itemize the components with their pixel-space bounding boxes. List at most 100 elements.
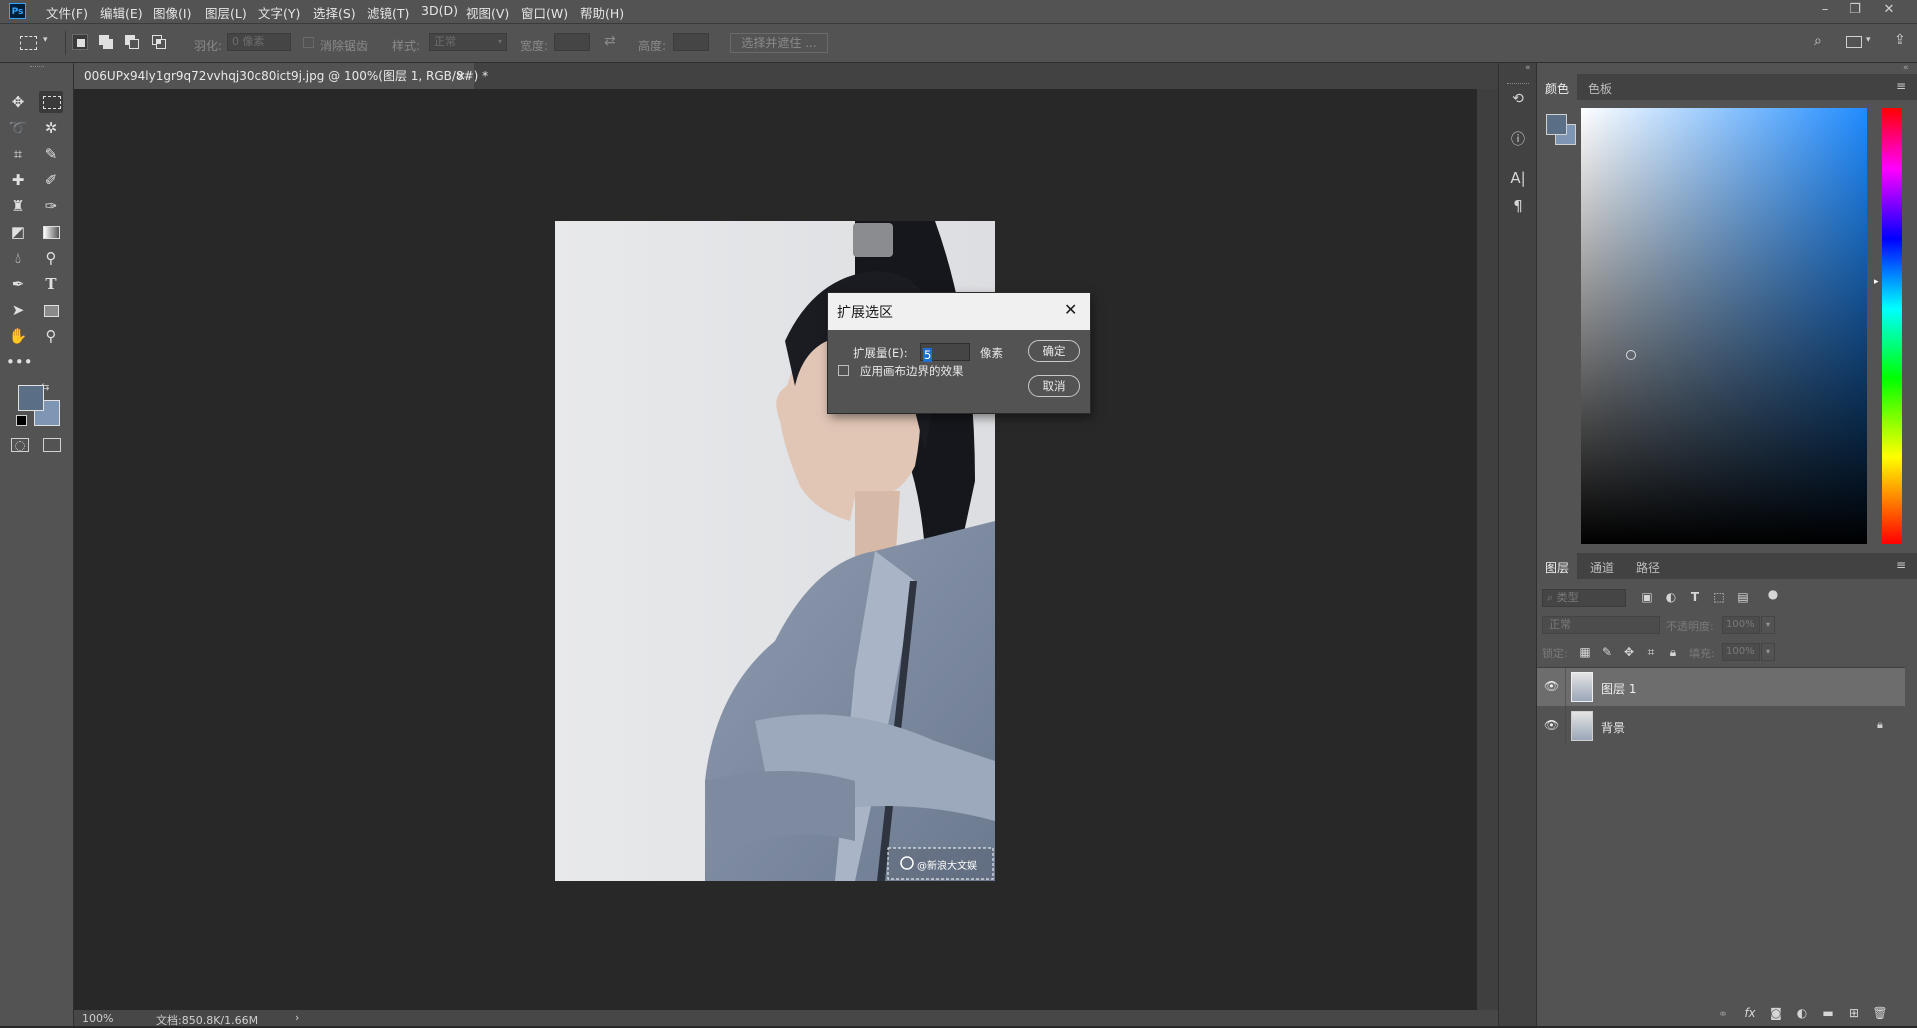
- menu-view[interactable]: 视图(V): [466, 3, 509, 22]
- color-field[interactable]: [1581, 108, 1867, 544]
- tab-swatches[interactable]: 色板: [1588, 80, 1612, 97]
- swap-dimensions-icon[interactable]: ⇄: [604, 33, 616, 49]
- quick-mask-icon[interactable]: [11, 438, 29, 452]
- fill-input[interactable]: 100%: [1722, 643, 1760, 661]
- healing-brush-tool-icon[interactable]: ✚: [6, 169, 30, 191]
- close-dialog-icon[interactable]: ✕: [1064, 300, 1077, 319]
- layer-name[interactable]: 图层 1: [1601, 680, 1636, 697]
- menu-file[interactable]: 文件(F): [46, 3, 88, 22]
- character-icon[interactable]: A|: [1509, 169, 1527, 187]
- blend-mode-select[interactable]: 正常: [1542, 616, 1660, 634]
- marquee-preset-icon[interactable]: [20, 36, 37, 50]
- dodge-tool-icon[interactable]: ⚲: [39, 247, 63, 269]
- add-to-selection-icon[interactable]: [98, 34, 114, 50]
- chevron-down-icon[interactable]: ▾: [1761, 616, 1775, 634]
- magic-wand-tool-icon[interactable]: ✲: [39, 117, 63, 139]
- hue-slider[interactable]: [1882, 108, 1902, 544]
- tab-color[interactable]: 颜色: [1545, 80, 1569, 97]
- minimize-icon[interactable]: –: [1815, 2, 1835, 17]
- paragraph-icon[interactable]: ¶: [1509, 197, 1527, 215]
- canvas-bounds-checkbox[interactable]: [838, 365, 849, 376]
- antialias-checkbox[interactable]: [303, 37, 314, 48]
- chevron-down-icon[interactable]: ▾: [1761, 643, 1775, 661]
- cancel-button[interactable]: 取消: [1028, 375, 1080, 397]
- type-tool-icon[interactable]: T: [39, 273, 63, 295]
- restore-icon[interactable]: ❐: [1845, 2, 1865, 17]
- gradient-tool-icon[interactable]: [39, 221, 63, 243]
- tab-layers[interactable]: 图层: [1545, 559, 1569, 576]
- panel-menu-icon[interactable]: ≡: [1896, 79, 1906, 93]
- status-menu-arrow-icon[interactable]: ›: [295, 1011, 299, 1024]
- tab-channels[interactable]: 通道: [1590, 559, 1614, 576]
- height-input[interactable]: [673, 33, 709, 51]
- select-and-mask-button[interactable]: 选择并遮住 ...: [730, 33, 828, 53]
- rectangle-tool-icon[interactable]: [39, 299, 63, 321]
- add-mask-icon[interactable]: ◙: [1767, 1006, 1785, 1020]
- filter-shape-icon[interactable]: ⬚: [1710, 590, 1728, 604]
- search-icon[interactable]: ⌕: [1814, 33, 1822, 49]
- chevron-down-icon[interactable]: ▾: [43, 35, 48, 45]
- tab-paths[interactable]: 路径: [1636, 559, 1660, 576]
- expand-amount-input[interactable]: 5: [920, 343, 970, 362]
- subtract-from-selection-icon[interactable]: [124, 34, 140, 50]
- filter-smart-object-icon[interactable]: ▤: [1734, 590, 1752, 604]
- panel-foreground-swatch[interactable]: [1546, 114, 1567, 135]
- layer-row[interactable]: 👁︎ 图层 1: [1537, 668, 1905, 706]
- eyedropper-tool-icon[interactable]: ✎: [39, 143, 63, 165]
- menu-filter[interactable]: 滤镜(T): [367, 3, 409, 22]
- layer-style-icon[interactable]: fx: [1741, 1006, 1759, 1020]
- color-picker-marker[interactable]: [1626, 350, 1636, 360]
- collapse-icon[interactable]: «: [1525, 63, 1531, 73]
- crop-tool-icon[interactable]: ⌗: [6, 143, 30, 165]
- close-tab-icon[interactable]: ×: [456, 63, 466, 89]
- new-group-icon[interactable]: ▬: [1819, 1006, 1837, 1020]
- hand-tool-icon[interactable]: ✋: [6, 325, 30, 347]
- history-icon[interactable]: ⟲: [1509, 91, 1527, 107]
- visibility-eye-icon[interactable]: 👁︎: [1544, 718, 1559, 732]
- filter-adjustment-icon[interactable]: ◐: [1662, 590, 1680, 604]
- lock-artboard-icon[interactable]: ⌗: [1642, 645, 1660, 660]
- zoom-level[interactable]: 100%: [82, 1012, 113, 1025]
- menu-select[interactable]: 选择(S): [313, 3, 356, 22]
- link-layers-icon[interactable]: ⚭: [1714, 1007, 1732, 1021]
- layer-row[interactable]: 👁︎ 背景 🔒︎: [1537, 707, 1905, 745]
- vertical-scrollbar[interactable]: [1477, 89, 1498, 1010]
- layer-name[interactable]: 背景: [1601, 719, 1625, 736]
- lock-all-icon[interactable]: 🔒︎: [1664, 645, 1682, 660]
- new-layer-icon[interactable]: ⊞: [1845, 1006, 1863, 1020]
- rect-marquee-tool-icon[interactable]: [39, 91, 63, 113]
- opacity-input[interactable]: 100%: [1722, 616, 1760, 634]
- menu-image[interactable]: 图像(I): [153, 3, 191, 22]
- new-selection-icon[interactable]: [72, 34, 88, 50]
- move-tool-icon[interactable]: ✥: [6, 91, 30, 113]
- lock-pixels-icon[interactable]: ✎: [1598, 645, 1616, 659]
- clone-stamp-tool-icon[interactable]: ♜: [6, 195, 30, 217]
- document-tab[interactable]: 006UPx94ly1gr9q72vvhqj30c80ict9j.jpg @ 1…: [74, 63, 488, 89]
- more-tools-icon[interactable]: •••: [6, 351, 33, 373]
- blur-tool-icon[interactable]: 💧︎: [6, 247, 30, 269]
- filter-pixel-icon[interactable]: ▣: [1638, 590, 1656, 604]
- panel-menu-icon[interactable]: ≡: [1896, 558, 1906, 572]
- lasso-tool-icon[interactable]: ➰: [6, 117, 30, 139]
- history-brush-tool-icon[interactable]: ✑: [39, 195, 63, 217]
- style-select[interactable]: 正常 ▾: [429, 33, 507, 51]
- layer-filter-select[interactable]: ⌕ 类型: [1542, 589, 1626, 607]
- visibility-eye-icon[interactable]: 👁︎: [1544, 679, 1559, 693]
- path-selection-tool-icon[interactable]: ➤: [6, 299, 30, 321]
- filter-toggle-icon[interactable]: ●: [1764, 587, 1782, 601]
- menu-window[interactable]: 窗口(W): [521, 3, 568, 22]
- width-input[interactable]: [554, 33, 590, 51]
- delete-layer-icon[interactable]: 🗑︎: [1871, 1006, 1889, 1020]
- info-icon[interactable]: ⓘ: [1509, 129, 1527, 149]
- filter-type-icon[interactable]: T: [1686, 590, 1704, 604]
- close-window-icon[interactable]: ✕: [1879, 2, 1899, 17]
- share-icon[interactable]: ⇪: [1894, 32, 1906, 48]
- brush-tool-icon[interactable]: ✐: [39, 169, 63, 191]
- screen-mode-icon[interactable]: [43, 438, 61, 452]
- menu-edit[interactable]: 编辑(E): [100, 3, 143, 22]
- lock-position-icon[interactable]: ✥: [1620, 645, 1638, 659]
- menu-help[interactable]: 帮助(H): [580, 3, 624, 22]
- menu-type[interactable]: 文字(Y): [258, 3, 300, 22]
- foreground-color-swatch[interactable]: [18, 385, 44, 411]
- hue-slider-handle-icon[interactable]: ▸: [1874, 277, 1879, 287]
